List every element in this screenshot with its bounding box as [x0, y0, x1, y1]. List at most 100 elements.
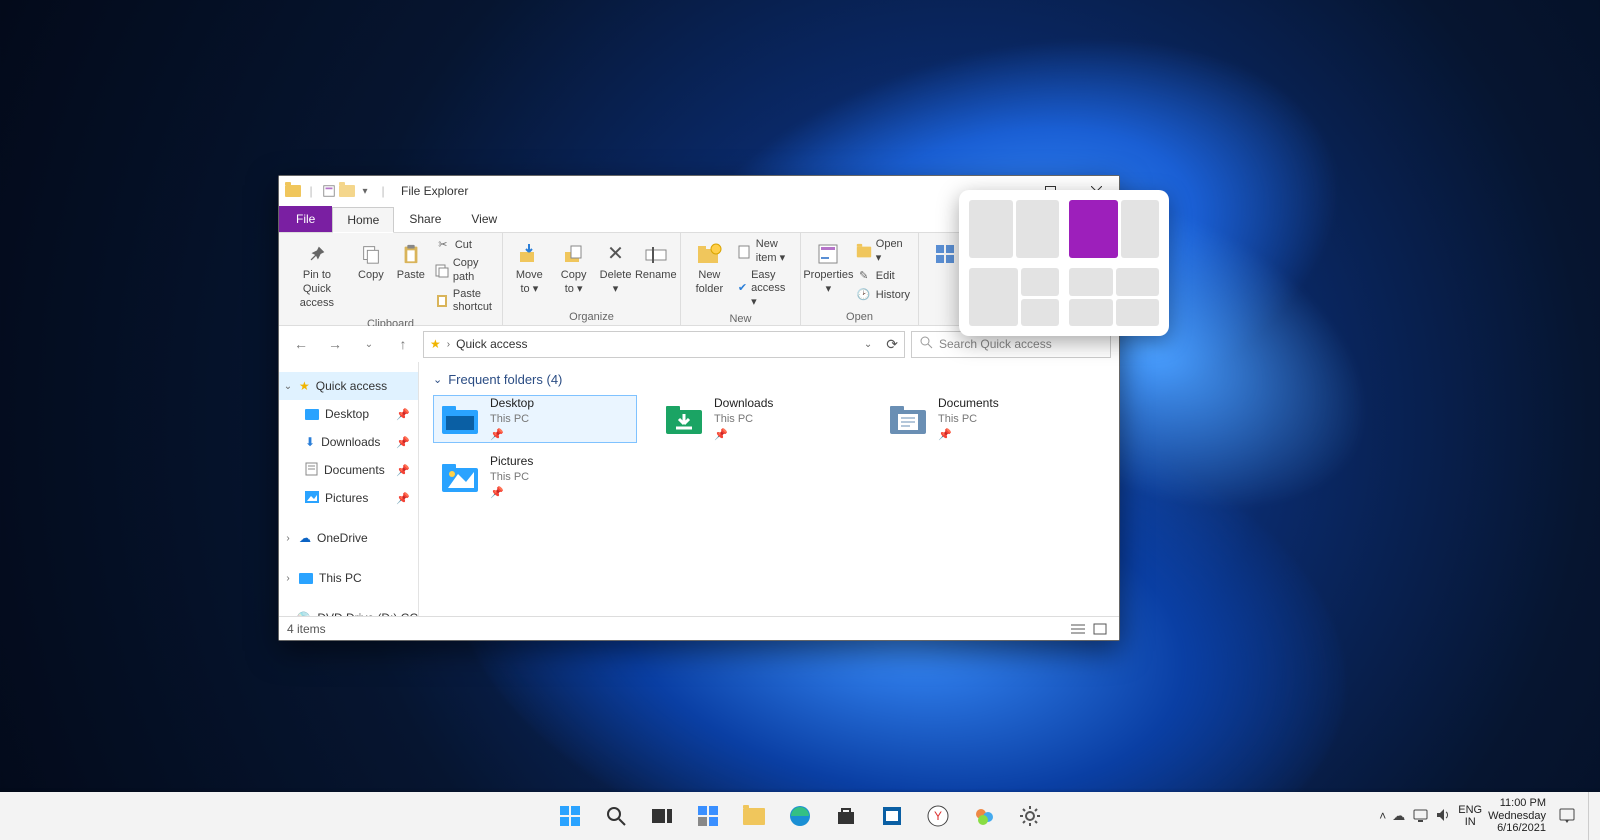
- nav-desktop[interactable]: Desktop 📌: [279, 400, 418, 428]
- qat-separator: |: [303, 183, 319, 199]
- moveto-icon: [513, 239, 545, 269]
- taskbar-app-1[interactable]: Y: [918, 796, 958, 836]
- address-dropdown-button[interactable]: ⌄: [864, 339, 872, 350]
- nav-this-pc[interactable]: › This PC: [279, 564, 418, 592]
- nav-onedrive[interactable]: › ☁ OneDrive: [279, 524, 418, 552]
- paste-icon: [395, 239, 427, 269]
- move-to-button[interactable]: Move to ▾: [509, 237, 550, 299]
- snap-layout-two-column-wide[interactable]: [1069, 200, 1159, 258]
- widgets-button[interactable]: [688, 796, 728, 836]
- rename-icon: [640, 239, 672, 269]
- crumb-chevron-icon: ›: [447, 339, 450, 350]
- language-secondary: IN: [1465, 816, 1476, 828]
- tile-desktop[interactable]: Desktop This PC 📌: [433, 395, 637, 443]
- history-icon: 🕑: [856, 288, 872, 304]
- properties-button[interactable]: Properties ▾: [807, 237, 850, 299]
- new-folder-button[interactable]: New folder: [687, 237, 732, 299]
- clock-date: 6/16/2021: [1497, 822, 1546, 835]
- qat-customize-icon[interactable]: ▾: [357, 183, 373, 199]
- view-large-icons-button[interactable]: [1089, 620, 1111, 638]
- taskbar-store[interactable]: [826, 796, 866, 836]
- taskbar-mail[interactable]: [872, 796, 912, 836]
- search-button[interactable]: [596, 796, 636, 836]
- properties-label: Properties ▾: [803, 269, 853, 297]
- newfolder-icon: [693, 239, 725, 269]
- navigation-pane[interactable]: ⌄ ★ Quick access Desktop 📌 ⬇Downloads 📌 …: [279, 362, 419, 616]
- tile-downloads[interactable]: Downloads This PC 📌: [657, 395, 861, 443]
- action-center-button[interactable]: [1552, 796, 1582, 836]
- task-view-button[interactable]: [642, 796, 682, 836]
- qat-newfolder-icon[interactable]: [339, 183, 355, 199]
- pin-icon: 📌: [714, 428, 773, 442]
- view-details-button[interactable]: [1067, 620, 1089, 638]
- clock[interactable]: 11:00 PM Wednesday 6/16/2021: [1488, 797, 1546, 835]
- network-tray-icon[interactable]: [1413, 808, 1428, 825]
- paste-shortcut-button[interactable]: Paste shortcut: [433, 287, 496, 317]
- snap-layout-quad[interactable]: [1069, 268, 1159, 326]
- onedrive-tray-icon[interactable]: ☁: [1392, 808, 1405, 824]
- nav-documents[interactable]: Documents 📌: [279, 456, 418, 484]
- newfolder-label: New folder: [691, 269, 728, 297]
- taskbar-settings[interactable]: [1010, 796, 1050, 836]
- up-button[interactable]: ↑: [389, 331, 417, 358]
- recent-locations-button[interactable]: ⌄: [355, 331, 383, 358]
- tray-chevron-icon[interactable]: ˄: [1379, 809, 1386, 823]
- paste-button[interactable]: Paste: [393, 237, 429, 285]
- pin-icon: [301, 239, 333, 269]
- nav-downloads[interactable]: ⬇Downloads 📌: [279, 428, 418, 456]
- taskbar-edge[interactable]: [780, 796, 820, 836]
- tile-pictures[interactable]: Pictures This PC 📌: [433, 453, 637, 501]
- chevron-right-icon: ›: [283, 533, 293, 544]
- tab-file[interactable]: File: [279, 206, 332, 232]
- back-button[interactable]: ←: [287, 331, 315, 358]
- breadcrumb[interactable]: Quick access: [456, 337, 527, 351]
- tab-share[interactable]: Share: [394, 206, 456, 232]
- nav-quick-access[interactable]: ⌄ ★ Quick access: [279, 372, 418, 400]
- new-item-button[interactable]: New item ▾: [736, 237, 794, 267]
- volume-tray-icon[interactable]: [1436, 808, 1452, 825]
- tab-view[interactable]: View: [456, 206, 512, 232]
- nav-downloads-label: Downloads: [321, 435, 380, 449]
- downloads-folder-icon: [664, 399, 704, 439]
- tile-sub: This PC: [490, 470, 533, 484]
- delete-label: Delete ▾: [600, 269, 632, 297]
- delete-button[interactable]: ✕ Delete ▾: [598, 237, 634, 299]
- start-button[interactable]: [550, 796, 590, 836]
- qat-properties-icon[interactable]: [321, 183, 337, 199]
- chevron-down-icon: ⌄: [433, 373, 442, 386]
- copy-button[interactable]: Copy: [353, 237, 389, 285]
- group-header[interactable]: ⌄ Frequent folders (4): [433, 372, 1105, 387]
- taskbar[interactable]: Y ˄ ☁ ENG IN 11:00 PM Wednesday 6/16/202…: [0, 792, 1600, 840]
- copy-path-button[interactable]: Copy path: [433, 256, 496, 286]
- copy-to-button[interactable]: Copy to ▾: [554, 237, 594, 299]
- content-pane[interactable]: ⌄ Frequent folders (4) Desktop This PC 📌: [419, 362, 1119, 616]
- open-icon: [856, 244, 872, 260]
- refresh-button[interactable]: ⟳: [886, 336, 898, 353]
- tab-home[interactable]: Home: [332, 207, 394, 233]
- snap-layout-two-column[interactable]: [969, 200, 1059, 258]
- language-indicator[interactable]: ENG IN: [1458, 804, 1482, 828]
- taskbar-app-2[interactable]: [964, 796, 1004, 836]
- taskbar-explorer[interactable]: [734, 796, 774, 836]
- cut-button[interactable]: ✂ Cut: [433, 237, 496, 255]
- rename-button[interactable]: Rename: [638, 237, 674, 285]
- pin-quick-access-button[interactable]: Pin to Quick access: [285, 237, 349, 312]
- tile-name: Pictures: [490, 454, 533, 470]
- nav-documents-label: Documents: [324, 463, 385, 477]
- show-desktop-button[interactable]: [1588, 792, 1594, 840]
- address-bar[interactable]: ★ › Quick access ⌄ ⟳: [423, 331, 905, 358]
- star-icon: ★: [299, 379, 310, 393]
- pin-icon: 📌: [396, 464, 410, 477]
- edit-icon: ✎: [856, 269, 872, 285]
- open-button[interactable]: Open ▾: [854, 237, 912, 267]
- easy-access-button[interactable]: ✔ Easy access ▾: [736, 268, 794, 311]
- group-new-label: New: [687, 311, 794, 325]
- forward-button[interactable]: →: [321, 331, 349, 358]
- snap-layout-three-left[interactable]: [969, 268, 1059, 326]
- nav-pictures[interactable]: Pictures 📌: [279, 484, 418, 512]
- svg-text:Y: Y: [934, 809, 942, 823]
- tile-documents[interactable]: Documents This PC 📌: [881, 395, 1085, 443]
- nav-dvd-drive[interactable]: › 💿 DVD Drive (D:) CC: [279, 604, 418, 616]
- history-button[interactable]: 🕑 History: [854, 287, 912, 305]
- edit-button[interactable]: ✎ Edit: [854, 268, 912, 286]
